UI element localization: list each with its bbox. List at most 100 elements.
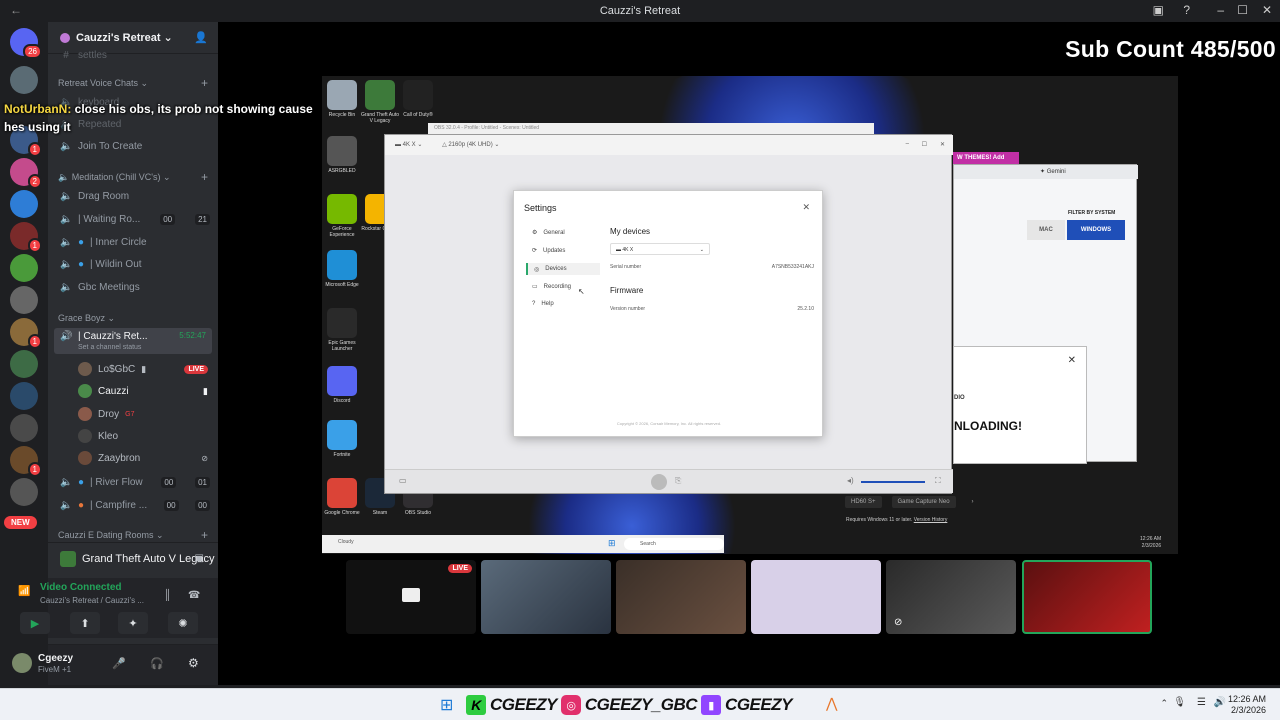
back-arrow-icon[interactable]: ←	[10, 3, 22, 17]
app-icon[interactable]: ⋀	[826, 695, 837, 712]
windows-filter-button[interactable]: WINDOWS	[1067, 220, 1125, 240]
add-channel-icon[interactable]: +	[201, 76, 208, 90]
channel-gbc-meetings[interactable]: 🔈 Gbc Meetings	[60, 278, 210, 296]
disconnect-icon[interactable]: ☎	[188, 590, 200, 601]
server-icon[interactable]: 1	[10, 222, 42, 253]
video-button[interactable]: ▶	[20, 612, 50, 634]
minimize-icon[interactable]: –	[906, 141, 909, 147]
system-clock[interactable]: 12:26 AM 2/3/2026	[1228, 694, 1266, 716]
maximize-icon[interactable]: ☐	[1237, 3, 1248, 17]
nav-help[interactable]: ? Help	[532, 301, 554, 307]
desktop-icon[interactable]: GeForce Experience	[322, 194, 362, 238]
voice-user[interactable]: Droy G7	[78, 405, 208, 423]
server-icon[interactable]: 2	[10, 158, 42, 189]
chevron-right-icon[interactable]: ›	[966, 496, 980, 508]
channel-drag-room[interactable]: 🔈 Drag Room	[60, 187, 210, 205]
channel-join-to-create[interactable]: 🔈 Join To Create	[60, 137, 210, 155]
help-icon[interactable]: ?	[1183, 3, 1190, 17]
headphones-icon[interactable]: 🎧	[150, 657, 164, 670]
voice-location[interactable]: Cauzzi's Retreat / Cauzzi's ...	[40, 596, 144, 605]
close-icon[interactable]: ✕	[1262, 3, 1272, 17]
volume-icon[interactable]: 🔊	[1214, 697, 1226, 708]
volume-slider[interactable]	[861, 481, 925, 483]
desktop-icon[interactable]: Call of Duty®	[398, 80, 438, 118]
wifi-icon[interactable]: ☰	[1197, 697, 1206, 708]
voice-user[interactable]: Kleo	[78, 427, 208, 445]
chevron-up-icon[interactable]: ⌃	[1160, 698, 1168, 709]
soundboard-button[interactable]: ✺	[168, 612, 198, 634]
activity-bar[interactable]: Grand Theft Auto V Legacy ▣	[48, 542, 218, 574]
voice-user[interactable]: Zaaybron ⊘	[78, 449, 208, 467]
new-badge[interactable]: NEW	[4, 516, 37, 529]
add-channel-icon[interactable]: +	[201, 170, 208, 184]
microphone-icon[interactable]: 🎤	[112, 657, 126, 670]
server-icon[interactable]	[10, 286, 38, 314]
desktop-icon[interactable]: ASRGBLED	[322, 136, 362, 174]
voice-user[interactable]: Lo$GbC ▮ LIVE	[78, 360, 208, 378]
server-icon[interactable]: 1	[10, 446, 42, 477]
camera-tile[interactable]	[616, 560, 746, 634]
microphone-icon[interactable]: 🎙	[1173, 697, 1186, 708]
desktop-icon[interactable]: Microsoft Edge	[322, 250, 362, 288]
minimize-icon[interactable]: –	[1217, 3, 1224, 17]
screenshare-button[interactable]: ⬆	[70, 612, 100, 634]
channel-waiting-room[interactable]: 🔈 | Waiting Ro... 00 21	[60, 210, 210, 228]
maximize-icon[interactable]: ☐	[922, 141, 927, 148]
tag-game-capture-neo[interactable]: Game Capture Neo	[891, 496, 956, 508]
windows-start-icon[interactable]: ⊞	[440, 695, 453, 715]
camera-tile[interactable]	[751, 560, 881, 634]
voice-user[interactable]: Cauzzi ▮	[78, 382, 208, 400]
category-grace-boyz[interactable]: Grace Boyz ⌄	[58, 313, 208, 324]
desktop-icon[interactable]: Fortnite	[322, 420, 362, 458]
volume-icon[interactable]: ◂)	[847, 476, 854, 485]
nav-devices[interactable]: ◎ Devices	[526, 263, 600, 275]
channel-settles[interactable]: # settles	[60, 46, 210, 64]
voice-status[interactable]: Video Connected	[40, 582, 122, 593]
settings-gear-icon[interactable]: ⚙	[188, 656, 199, 670]
nav-general[interactable]: ⚙ General	[532, 229, 565, 237]
server-icon[interactable]	[10, 414, 38, 442]
server-icon[interactable]: 1	[10, 318, 42, 349]
mac-filter-button[interactable]: MAC	[1027, 220, 1065, 240]
close-icon[interactable]: ✕	[802, 202, 810, 213]
channel-inner-circle[interactable]: 🔈 ● | Inner Circle	[60, 233, 210, 251]
channel-cauzzis-retreat[interactable]: 🔊 | Cauzzi's Ret... 5:52:47 Set a channe…	[54, 328, 212, 354]
server-icon[interactable]	[10, 190, 38, 218]
category-meditation[interactable]: 🔈 Meditation (Chill VC's) ⌄ +	[58, 170, 208, 184]
channel-status[interactable]: Set a channel status	[78, 344, 141, 351]
desktop-icon[interactable]: Google Chrome	[322, 478, 362, 516]
channel-river-flow[interactable]: 🔈 ● | River Flow 00 01	[60, 473, 210, 491]
taskbar-search[interactable]: Search	[624, 538, 724, 550]
inbox-icon[interactable]: ▣	[1153, 3, 1164, 17]
channel-campfire[interactable]: 🔈 ● | Campfire ... 00 00	[60, 496, 210, 514]
tab-gemini[interactable]: ✦ Gemini	[1040, 168, 1066, 175]
nav-recording[interactable]: ▭ Recording	[532, 283, 571, 291]
channel-wildin-out[interactable]: 🔈 ● | Wildin Out	[60, 255, 210, 273]
camera-tile-screenshare[interactable]: LIVE	[346, 560, 476, 634]
category-dating-rooms[interactable]: Cauzzi E Dating Rooms ⌄ +	[58, 528, 208, 542]
camera-tile-speaking[interactable]	[1022, 560, 1152, 634]
desktop-icon[interactable]: Discord	[322, 366, 362, 404]
device-select[interactable]: ▬ 4K X ⌄	[610, 243, 710, 255]
server-icon[interactable]	[10, 66, 38, 94]
desktop-icon[interactable]: Grand Theft Auto V Legacy	[360, 80, 400, 124]
camera-tile[interactable]: ⊘	[886, 560, 1016, 634]
version-history-link[interactable]: Version History	[914, 517, 948, 523]
record-button[interactable]	[651, 474, 667, 490]
category-retreat-voice[interactable]: Retreat Voice Chats ⌄ +	[58, 76, 208, 90]
activities-button[interactable]: ✦	[118, 612, 148, 634]
folder-icon[interactable]: ▭	[399, 476, 407, 485]
resolution-dropdown[interactable]: △ 2160p (4K UHD) ⌄	[442, 142, 499, 148]
screenshot-icon[interactable]: ⎘	[675, 476, 681, 486]
add-member-icon[interactable]: 👤	[194, 31, 208, 44]
tag-hd60[interactable]: HD60 S+	[845, 496, 882, 508]
signal-icon[interactable]: 📶	[18, 586, 30, 597]
server-icon[interactable]	[10, 478, 38, 506]
server-icon[interactable]	[10, 382, 38, 410]
discord-home-icon[interactable]: 26	[10, 28, 42, 59]
activity-settings-icon[interactable]: ▣	[195, 553, 204, 564]
camera-tile[interactable]	[481, 560, 611, 634]
fullscreen-icon[interactable]: ⛶	[935, 476, 941, 486]
source-dropdown[interactable]: ▬ 4K X ⌄	[395, 142, 422, 148]
desktop-icon[interactable]: Epic Games Launcher	[322, 308, 362, 352]
